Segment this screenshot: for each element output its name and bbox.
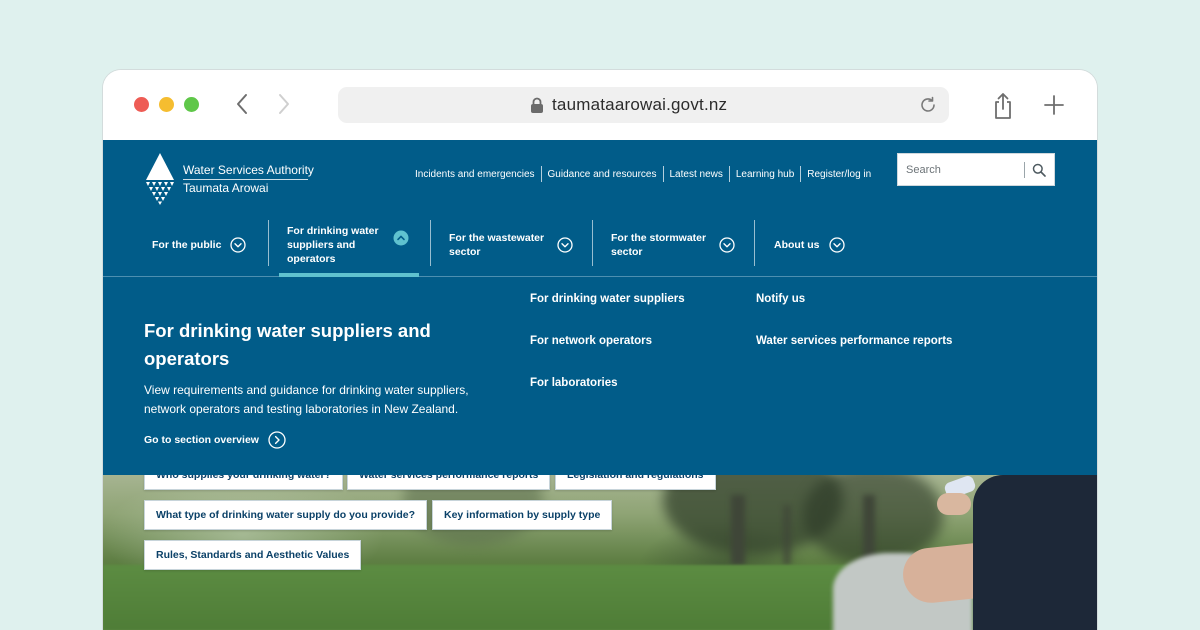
hero-person-hand	[937, 493, 971, 515]
search-input[interactable]	[898, 154, 1022, 185]
search-icon[interactable]	[1032, 163, 1046, 177]
utility-divider	[662, 166, 664, 182]
utility-link-news[interactable]: Latest news	[664, 169, 729, 180]
mega-menu: For drinking water suppliers and operato…	[103, 277, 1097, 475]
url-text: taumataarowai.govt.nz	[552, 95, 728, 114]
nav-divider	[268, 220, 269, 266]
hero-trunk	[731, 495, 745, 565]
share-icon[interactable]	[991, 92, 1015, 120]
chevron-right-icon	[268, 431, 286, 449]
brand-divider	[183, 179, 308, 180]
nav-item-drinking-water[interactable]: For drinking water suppliers and operato…	[287, 220, 409, 270]
quick-link-legislation[interactable]: Legislation and regulations	[555, 475, 716, 490]
chevron-up-icon	[393, 230, 409, 246]
utility-divider	[800, 166, 802, 182]
minimize-window-button[interactable]	[159, 97, 174, 112]
nav-item-label: For drinking water suppliers and operato…	[287, 225, 379, 265]
nav-divider	[592, 220, 593, 266]
close-window-button[interactable]	[134, 97, 149, 112]
hero-trunk	[783, 505, 791, 565]
utility-divider	[728, 166, 730, 182]
brand-name: Water Services Authority	[183, 163, 314, 177]
utility-divider	[540, 166, 542, 182]
site-header: Water Services Authority Taumata Arowai …	[103, 140, 1097, 277]
mega-link-notify-us[interactable]: Notify us	[756, 293, 805, 305]
quick-link-who-supplies[interactable]: Who supplies your drinking water?	[144, 475, 344, 490]
nav-item-label: For the public	[152, 239, 222, 251]
chevron-down-icon	[230, 237, 247, 253]
utility-link-incidents[interactable]: Incidents and emergencies	[409, 169, 541, 180]
mega-link-performance-reports[interactable]: Water services performance reports	[756, 335, 952, 347]
new-tab-icon[interactable]	[1043, 94, 1065, 116]
section-overview-label: Go to section overview	[144, 434, 259, 446]
utility-link-learning-hub[interactable]: Learning hub	[730, 169, 800, 180]
forward-arrow-icon[interactable]	[271, 92, 295, 116]
nav-item-about[interactable]: About us	[774, 220, 845, 270]
nav-divider	[754, 220, 755, 266]
mega-link-laboratories[interactable]: For laboratories	[530, 377, 618, 389]
browser-window: taumataarowai.govt.nz Water Services Aut…	[103, 70, 1097, 630]
brand-maori-name: Taumata Arowai	[183, 181, 269, 195]
utility-link-register[interactable]: Register/log in	[801, 169, 877, 180]
mega-menu-description: View requirements and guidance for drink…	[144, 383, 469, 416]
nav-item-label: For the wastewater sector	[449, 232, 545, 258]
nav-divider	[430, 220, 431, 266]
zoom-window-button[interactable]	[184, 97, 199, 112]
section-overview-link[interactable]: Go to section overview	[144, 431, 286, 449]
quick-link-supply-type[interactable]: What type of drinking water supply do yo…	[144, 500, 428, 530]
chevron-down-icon	[719, 237, 735, 253]
mega-menu-title: For drinking water suppliers and operato…	[144, 320, 431, 369]
back-arrow-icon[interactable]	[231, 92, 255, 116]
mega-link-network-operators[interactable]: For network operators	[530, 335, 652, 347]
browser-toolbar: taumataarowai.govt.nz	[103, 70, 1097, 140]
search-box	[897, 153, 1055, 186]
quick-link-rules-standards[interactable]: Rules, Standards and Aesthetic Values	[144, 540, 362, 570]
nav-item-wastewater[interactable]: For the wastewater sector	[449, 220, 573, 270]
quick-link-key-information[interactable]: Key information by supply type	[432, 500, 613, 530]
reload-icon[interactable]	[918, 95, 938, 115]
quick-link-performance-reports[interactable]: Water services performance reports	[347, 475, 551, 490]
water-drop-logo-icon[interactable]	[145, 153, 175, 205]
main-nav: For the public For drinking water suppli…	[103, 220, 1097, 270]
chevron-down-icon	[557, 237, 573, 253]
utility-link-guidance[interactable]: Guidance and resources	[542, 169, 663, 180]
lock-icon	[531, 97, 543, 113]
utility-nav: Incidents and emergencies Guidance and r…	[409, 166, 877, 182]
nav-item-label: For the stormwater sector	[611, 232, 707, 258]
mega-link-drinking-water-suppliers[interactable]: For drinking water suppliers	[530, 293, 685, 305]
nav-item-public[interactable]: For the public	[152, 220, 247, 270]
hero-person	[973, 475, 1097, 630]
website: Water Services Authority Taumata Arowai …	[103, 140, 1097, 630]
address-bar[interactable]: taumataarowai.govt.nz	[338, 87, 949, 123]
nav-item-label: About us	[774, 239, 820, 251]
search-divider	[1024, 162, 1025, 178]
chevron-down-icon	[828, 237, 845, 253]
hero-image: Who supplies your drinking water? Water …	[103, 475, 1097, 630]
nav-item-stormwater[interactable]: For the stormwater sector	[611, 220, 735, 270]
